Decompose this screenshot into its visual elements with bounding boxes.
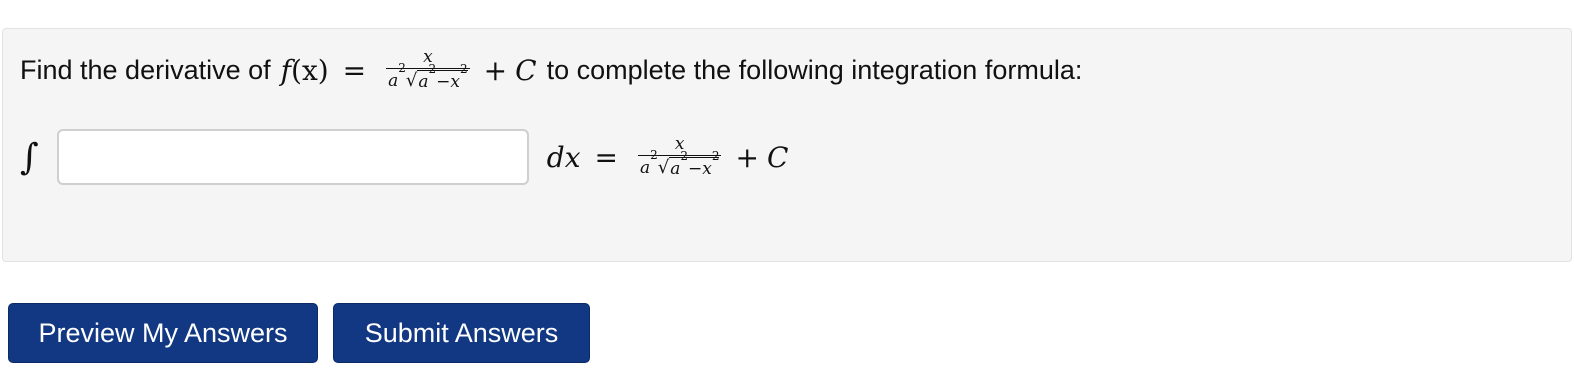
preview-answers-button[interactable]: Preview My Answers [8, 303, 318, 363]
problem-outro-text: to complete the following integration fo… [546, 54, 1083, 85]
formula-fraction-denominator: a2 √ a 2− x 2 [637, 148, 722, 179]
fraction-denominator: a2 √ a 2− x 2 [386, 61, 470, 92]
formula-fraction: x a2 √ a 2− x 2 [637, 134, 722, 180]
formula-equals-sign: = [594, 140, 618, 174]
problem-statement: Find the derivative of f (x) = x a2 √ a2… [20, 46, 1082, 94]
formula-radicand-minus: − [688, 159, 703, 179]
radicand-minus: − [436, 72, 451, 92]
formula-rhs: dx = x a2 √ a 2− x 2 + C [547, 134, 789, 180]
formula-radicand-a: a [670, 159, 681, 179]
formula-radicand: a 2− x 2 [669, 149, 720, 179]
problem-intro-text: Find the derivative of [20, 54, 271, 85]
constant-c: C [515, 53, 537, 87]
formula-radicand-x: x [702, 159, 712, 179]
function-argument: (x) [291, 53, 329, 87]
radicand-a: a [418, 72, 429, 92]
integration-formula: ∫ dx = x a2 √ a 2− x 2 + C [20, 127, 788, 187]
dx-text: dx [546, 140, 581, 174]
formula-constant-c: C [766, 140, 789, 174]
integral-icon: ∫ [20, 136, 39, 178]
function-expression: f (x) = x a2 √ a 2− x 2 + C [281, 47, 537, 93]
sqrt-icon: √ [405, 70, 418, 91]
formula-sqrt-icon: √ [657, 157, 670, 178]
radicand-x: x [450, 72, 461, 92]
denominator-a: a [388, 71, 399, 91]
formula-denominator-a: a [639, 158, 651, 178]
answer-input[interactable] [56, 129, 529, 185]
plus-sign: + [483, 53, 508, 87]
equals-sign: = [342, 53, 367, 87]
radicand: a 2− x 2 [417, 62, 468, 92]
function-name: f [280, 53, 292, 87]
fraction: x a2 √ a 2− x 2 [386, 47, 470, 93]
formula-plus-sign: + [735, 140, 759, 174]
submit-answers-button[interactable]: Submit Answers [333, 303, 590, 363]
